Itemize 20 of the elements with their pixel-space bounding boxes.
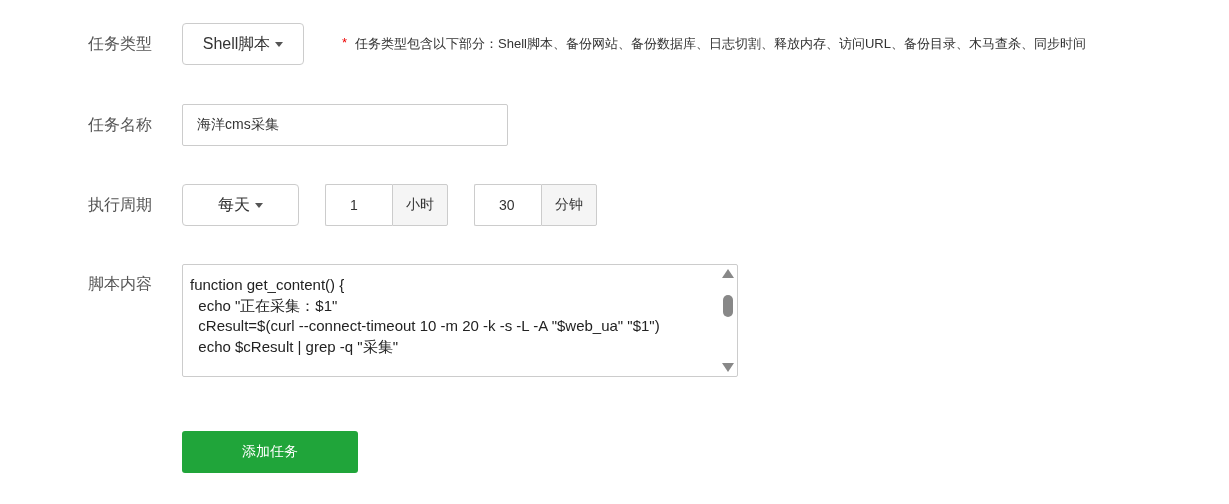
field-label: 执行周期 bbox=[88, 194, 153, 215]
field-label: 脚本内容 bbox=[88, 274, 153, 294]
scroll-down-icon[interactable] bbox=[722, 363, 734, 372]
scroll-thumb[interactable] bbox=[723, 294, 733, 317]
required-mark: * bbox=[342, 35, 348, 52]
task-type-dropdown[interactable]: Shell脚本 bbox=[182, 23, 304, 65]
hint-text: 任务类型包含以下部分：Shell脚本、备份网站、备份数据库、日志切割、释放内存、访问URL、备份目录、木马查杀、同步时间 bbox=[355, 35, 1086, 53]
scroll-up-icon[interactable] bbox=[722, 269, 734, 278]
field-label: 任务类型 bbox=[88, 33, 153, 54]
caret-icon bbox=[275, 41, 284, 47]
task-name-field[interactable]: 海洋cms采集 bbox=[182, 104, 508, 146]
caret-icon bbox=[255, 202, 263, 208]
unit-label: 分钟 bbox=[541, 184, 597, 226]
script-editor[interactable]: function get_content() { echo "正在采集：$1" cResult=$(curl --connect-timeout 10 -m 20 -k -s -L -A "$web_ua" "$1") echo $cResult | grep -q "采集" bbox=[182, 264, 738, 377]
period-dropdown[interactable]: 每天 bbox=[182, 184, 299, 226]
field-label: 任务名称 bbox=[88, 114, 153, 135]
hour-field[interactable]: 1 bbox=[325, 184, 392, 226]
unit-label: 小时 bbox=[392, 184, 448, 226]
minute-field[interactable]: 30 bbox=[474, 184, 541, 226]
script-text: function get_content() { echo "正在采集：$1" cResult=$(curl --connect-timeout 10 -m 20 -k -s -L -A "$web_ua" "$1") echo $cResult | grep -q "采集" bbox=[189, 275, 661, 357]
